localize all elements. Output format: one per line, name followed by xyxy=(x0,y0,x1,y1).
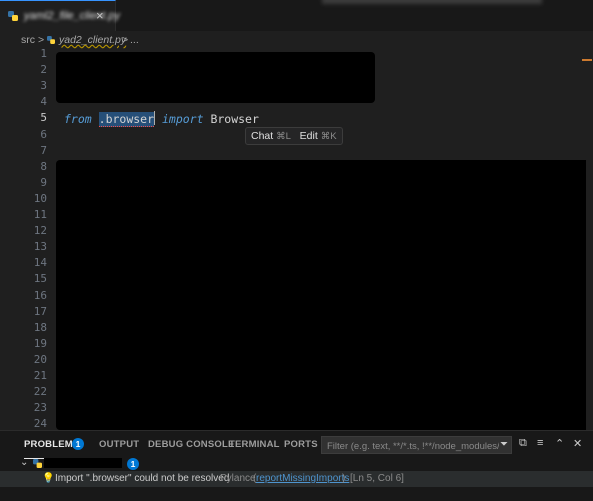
redacted-file-path xyxy=(44,458,122,468)
problem-code-link[interactable]: reportMissingImports xyxy=(256,473,349,484)
close-icon[interactable]: × xyxy=(96,8,104,23)
line-number: 4 xyxy=(40,95,47,109)
filter-input[interactable] xyxy=(322,437,501,455)
overview-ruler-warning-mark xyxy=(582,59,592,61)
keyword-from: from xyxy=(64,112,92,126)
problem-code-close: ) xyxy=(342,473,346,484)
collapse-all-icon[interactable]: ≡ xyxy=(537,437,543,449)
line-number: 19 xyxy=(33,336,47,350)
tab-bar-empty-area xyxy=(122,0,593,31)
chevron-down-icon[interactable]: ⌄ xyxy=(20,457,28,468)
line-number: 14 xyxy=(33,256,47,270)
copy-icon[interactable]: ⧉ xyxy=(519,437,527,450)
line-number: 17 xyxy=(33,304,47,318)
module-name[interactable]: .browser xyxy=(98,112,155,127)
line-number: 11 xyxy=(33,208,47,221)
line-number: 3 xyxy=(40,79,47,93)
bottom-panel: PROBLEMS 1 OUTPUT DEBUG CONSOLE TERMINAL… xyxy=(0,430,593,501)
breadcrumb-separator: > xyxy=(122,34,129,46)
line-number: 24 xyxy=(33,417,47,430)
tab-output[interactable]: OUTPUT xyxy=(99,439,139,450)
problems-count-badge: 1 xyxy=(72,438,84,450)
maximize-panel-icon[interactable]: ⌃ xyxy=(555,437,564,450)
breadcrumb-separator: > xyxy=(38,34,45,46)
line-number: 16 xyxy=(33,288,47,302)
chat-hint[interactable]: Chat xyxy=(251,130,273,142)
tab-debug-console[interactable]: DEBUG CONSOLE xyxy=(148,439,235,450)
text-cursor xyxy=(154,111,156,125)
problems-filter[interactable]: ⏷ xyxy=(321,436,512,455)
tab-label: yaml2_file_client.py xyxy=(24,10,120,22)
keyword-import: import xyxy=(161,112,204,126)
line-number: 15 xyxy=(33,272,47,286)
redacted-title xyxy=(322,0,542,4)
line-number: 9 xyxy=(40,175,47,189)
file-problem-count-badge: 1 xyxy=(127,458,139,470)
tab-terminal[interactable]: TERMINAL xyxy=(229,439,280,450)
line-number: 21 xyxy=(33,369,47,382)
problem-position: [Ln 5, Col 6] xyxy=(350,473,404,484)
edit-hint[interactable]: Edit xyxy=(300,130,318,142)
line-number: 5 xyxy=(40,111,47,125)
breadcrumb-symbol[interactable]: ... xyxy=(130,34,139,46)
close-panel-icon[interactable]: ✕ xyxy=(573,437,582,450)
lightbulb-icon[interactable]: 💡 xyxy=(42,473,54,484)
breadcrumb-src[interactable]: src xyxy=(21,34,35,46)
redacted-code-block xyxy=(56,52,375,103)
python-file-icon xyxy=(33,459,42,468)
inline-ai-hint: Chat ⌘L Edit ⌘K xyxy=(245,127,343,145)
line-number: 6 xyxy=(40,127,47,141)
line-number: 18 xyxy=(33,320,47,334)
problems-file-row[interactable]: ⌄ 1 xyxy=(0,457,593,471)
code-line-5[interactable]: from .browser import Browser xyxy=(64,111,259,127)
line-number: 2 xyxy=(40,63,47,77)
problem-message: Import ".browser" could not be resolved xyxy=(55,473,230,484)
chat-shortcut: ⌘L xyxy=(276,131,291,142)
problem-source: Pylance xyxy=(220,473,256,484)
python-file-icon xyxy=(8,11,18,21)
code-editor[interactable]: 1 2 3 4 5 6 7 8 9 10 11 12 13 14 15 16 17 18 19 20 21 22 23 24 … xyxy=(0,49,593,430)
redacted-code-block xyxy=(56,160,590,430)
line-number: 20 xyxy=(33,352,47,366)
line-number: 23 xyxy=(33,401,47,415)
import-name: Browser xyxy=(203,112,259,126)
editor-tab[interactable]: yaml2_file_client.py × xyxy=(0,0,120,31)
line-number: 1 xyxy=(40,49,47,60)
line-number: 22 xyxy=(33,385,47,399)
filter-icon[interactable]: ⏷ xyxy=(500,439,508,450)
problem-item[interactable]: 💡 Import ".browser" could not be resolve… xyxy=(0,471,593,487)
line-number: 13 xyxy=(33,240,47,254)
tab-bar: yaml2_file_client.py × xyxy=(0,0,593,32)
line-number: 12 xyxy=(33,224,47,238)
tab-ports[interactable]: PORTS xyxy=(284,439,318,450)
line-number: 8 xyxy=(40,159,47,173)
breadcrumb: src > yad2_client.py > ... xyxy=(0,31,593,49)
python-file-icon xyxy=(47,36,55,44)
edit-shortcut: ⌘K xyxy=(320,131,337,142)
breadcrumb-file[interactable]: yad2_client.py xyxy=(59,34,126,46)
line-number: 7 xyxy=(40,143,47,157)
line-number: 10 xyxy=(33,191,47,205)
editor-scrollbar[interactable] xyxy=(586,49,593,430)
